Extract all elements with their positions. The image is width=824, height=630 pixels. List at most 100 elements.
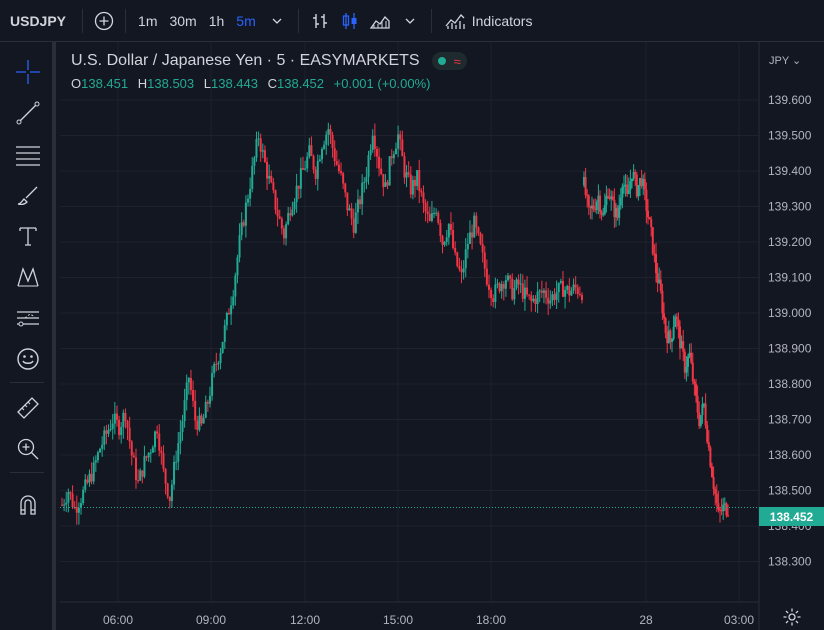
candle-body xyxy=(675,316,678,320)
symbol-search[interactable]: USDJPY xyxy=(0,13,76,29)
candle-body xyxy=(515,279,518,288)
candle-body xyxy=(607,195,609,198)
candle-body xyxy=(494,284,497,302)
candle-body xyxy=(699,415,702,427)
candle-body xyxy=(386,182,389,186)
candle-body xyxy=(534,298,537,305)
candle-body xyxy=(257,138,260,140)
candle-body xyxy=(564,289,567,297)
candle-body xyxy=(344,183,347,193)
emoji-icon[interactable] xyxy=(14,345,42,373)
candle-body xyxy=(175,461,178,463)
candle-body xyxy=(340,171,343,174)
candle-body xyxy=(151,447,154,453)
chevron-down-icon[interactable] xyxy=(399,10,421,32)
symbol-title[interactable]: U.S. Dollar / Japanese Yen · 5 · EASYMAR… xyxy=(71,52,420,70)
indicators-button[interactable]: Indicators xyxy=(438,11,539,31)
candle-body xyxy=(147,452,150,458)
interval-1h-button[interactable]: 1h xyxy=(203,13,231,29)
text-icon[interactable] xyxy=(14,222,42,250)
area-chart-icon[interactable] xyxy=(369,10,391,32)
market-status[interactable]: ≈ xyxy=(431,52,467,70)
chart-pane[interactable]: 139.600 139.500 139.400 139.300 139.200 139.1… xyxy=(60,42,824,630)
candle-body xyxy=(572,284,575,291)
candle-body xyxy=(282,228,285,239)
candle-body xyxy=(295,185,298,202)
crosshair-icon[interactable] xyxy=(14,58,42,86)
candle-body xyxy=(650,219,653,228)
candle-body xyxy=(230,305,233,315)
candle-body xyxy=(605,195,608,206)
price-chart[interactable]: 139.600 139.500 139.400 139.300 139.200 139.1… xyxy=(60,42,824,630)
candles-chart-icon[interactable] xyxy=(339,10,361,32)
gear-icon[interactable] xyxy=(782,607,802,627)
candle-body xyxy=(130,441,133,456)
candle-body xyxy=(323,144,326,149)
candle-body xyxy=(528,294,531,296)
interval-1m-button[interactable]: 1m xyxy=(132,13,163,29)
candle-body xyxy=(452,230,455,248)
candle-body xyxy=(714,488,717,494)
candle-body xyxy=(350,208,353,219)
candle-body xyxy=(365,176,368,182)
magnet-icon[interactable] xyxy=(14,491,42,519)
candle-body xyxy=(526,287,529,295)
candle-body xyxy=(521,283,524,299)
candle-body xyxy=(261,150,264,152)
interval-30m-button[interactable]: 30m xyxy=(163,13,202,29)
candle-body xyxy=(359,199,362,205)
candle-body xyxy=(479,233,482,244)
brush-icon[interactable] xyxy=(14,181,42,209)
candle-body xyxy=(454,247,457,253)
currency-label: JPY xyxy=(769,55,789,67)
interval-5m-button[interactable]: 5m xyxy=(230,13,261,29)
trend-line-icon[interactable] xyxy=(14,99,42,127)
currency-selector[interactable]: JPY ⌄ xyxy=(769,54,801,67)
candle-body xyxy=(664,318,667,334)
candle-body xyxy=(331,134,334,148)
top-toolbar: USDJPY 1m 30m 1h 5m Indicators xyxy=(0,0,824,42)
price-tick-label: 138.900 xyxy=(768,342,812,356)
candle-body xyxy=(268,175,271,179)
time-tick-label: 15:00 xyxy=(383,613,413,627)
horizontal-lines-icon[interactable] xyxy=(14,140,42,168)
candle-body xyxy=(162,453,165,469)
prediction-icon[interactable] xyxy=(14,304,42,332)
price-axis[interactable]: 139.600 139.500 139.400 139.300 139.200 139.1… xyxy=(768,93,812,569)
candle-body xyxy=(701,404,704,416)
high-label: H xyxy=(137,76,148,91)
candle-body xyxy=(367,155,370,177)
candle-body xyxy=(217,362,220,365)
drawing-toolbar xyxy=(0,42,56,630)
price-tick-label: 138.500 xyxy=(768,484,812,498)
bars-chart-icon[interactable] xyxy=(309,10,331,32)
candle-body xyxy=(299,168,302,189)
candle-body xyxy=(356,199,359,213)
candle-body xyxy=(225,312,228,326)
pattern-icon[interactable] xyxy=(14,263,42,291)
candle-body xyxy=(399,134,402,140)
candle-body xyxy=(576,287,579,295)
candle-body xyxy=(94,460,97,463)
price-tick-label: 139.100 xyxy=(768,271,812,285)
candle-body xyxy=(177,443,180,462)
candle-body xyxy=(693,381,696,384)
candle-body xyxy=(570,290,573,296)
chevron-down-icon[interactable] xyxy=(266,10,288,32)
add-symbol-icon[interactable] xyxy=(93,10,115,32)
candle-body xyxy=(647,210,649,218)
time-axis[interactable]: 06:00 09:00 12:00 15:00 18:00 28 03:00 xyxy=(103,613,754,627)
candle-body xyxy=(196,420,199,430)
chevron-down-icon: ⌄ xyxy=(792,55,802,67)
zoom-in-icon[interactable] xyxy=(14,435,42,463)
candle-body xyxy=(682,341,685,352)
candle-body xyxy=(215,363,218,365)
candle-body xyxy=(101,444,104,449)
ruler-icon[interactable] xyxy=(14,394,42,422)
candle-body xyxy=(715,493,718,504)
candle-body xyxy=(706,425,709,443)
chart-legend: U.S. Dollar / Japanese Yen · 5 · EASYMAR… xyxy=(71,52,467,91)
candle-body xyxy=(696,395,699,413)
candle-body xyxy=(316,160,319,179)
candle-body xyxy=(96,452,99,461)
